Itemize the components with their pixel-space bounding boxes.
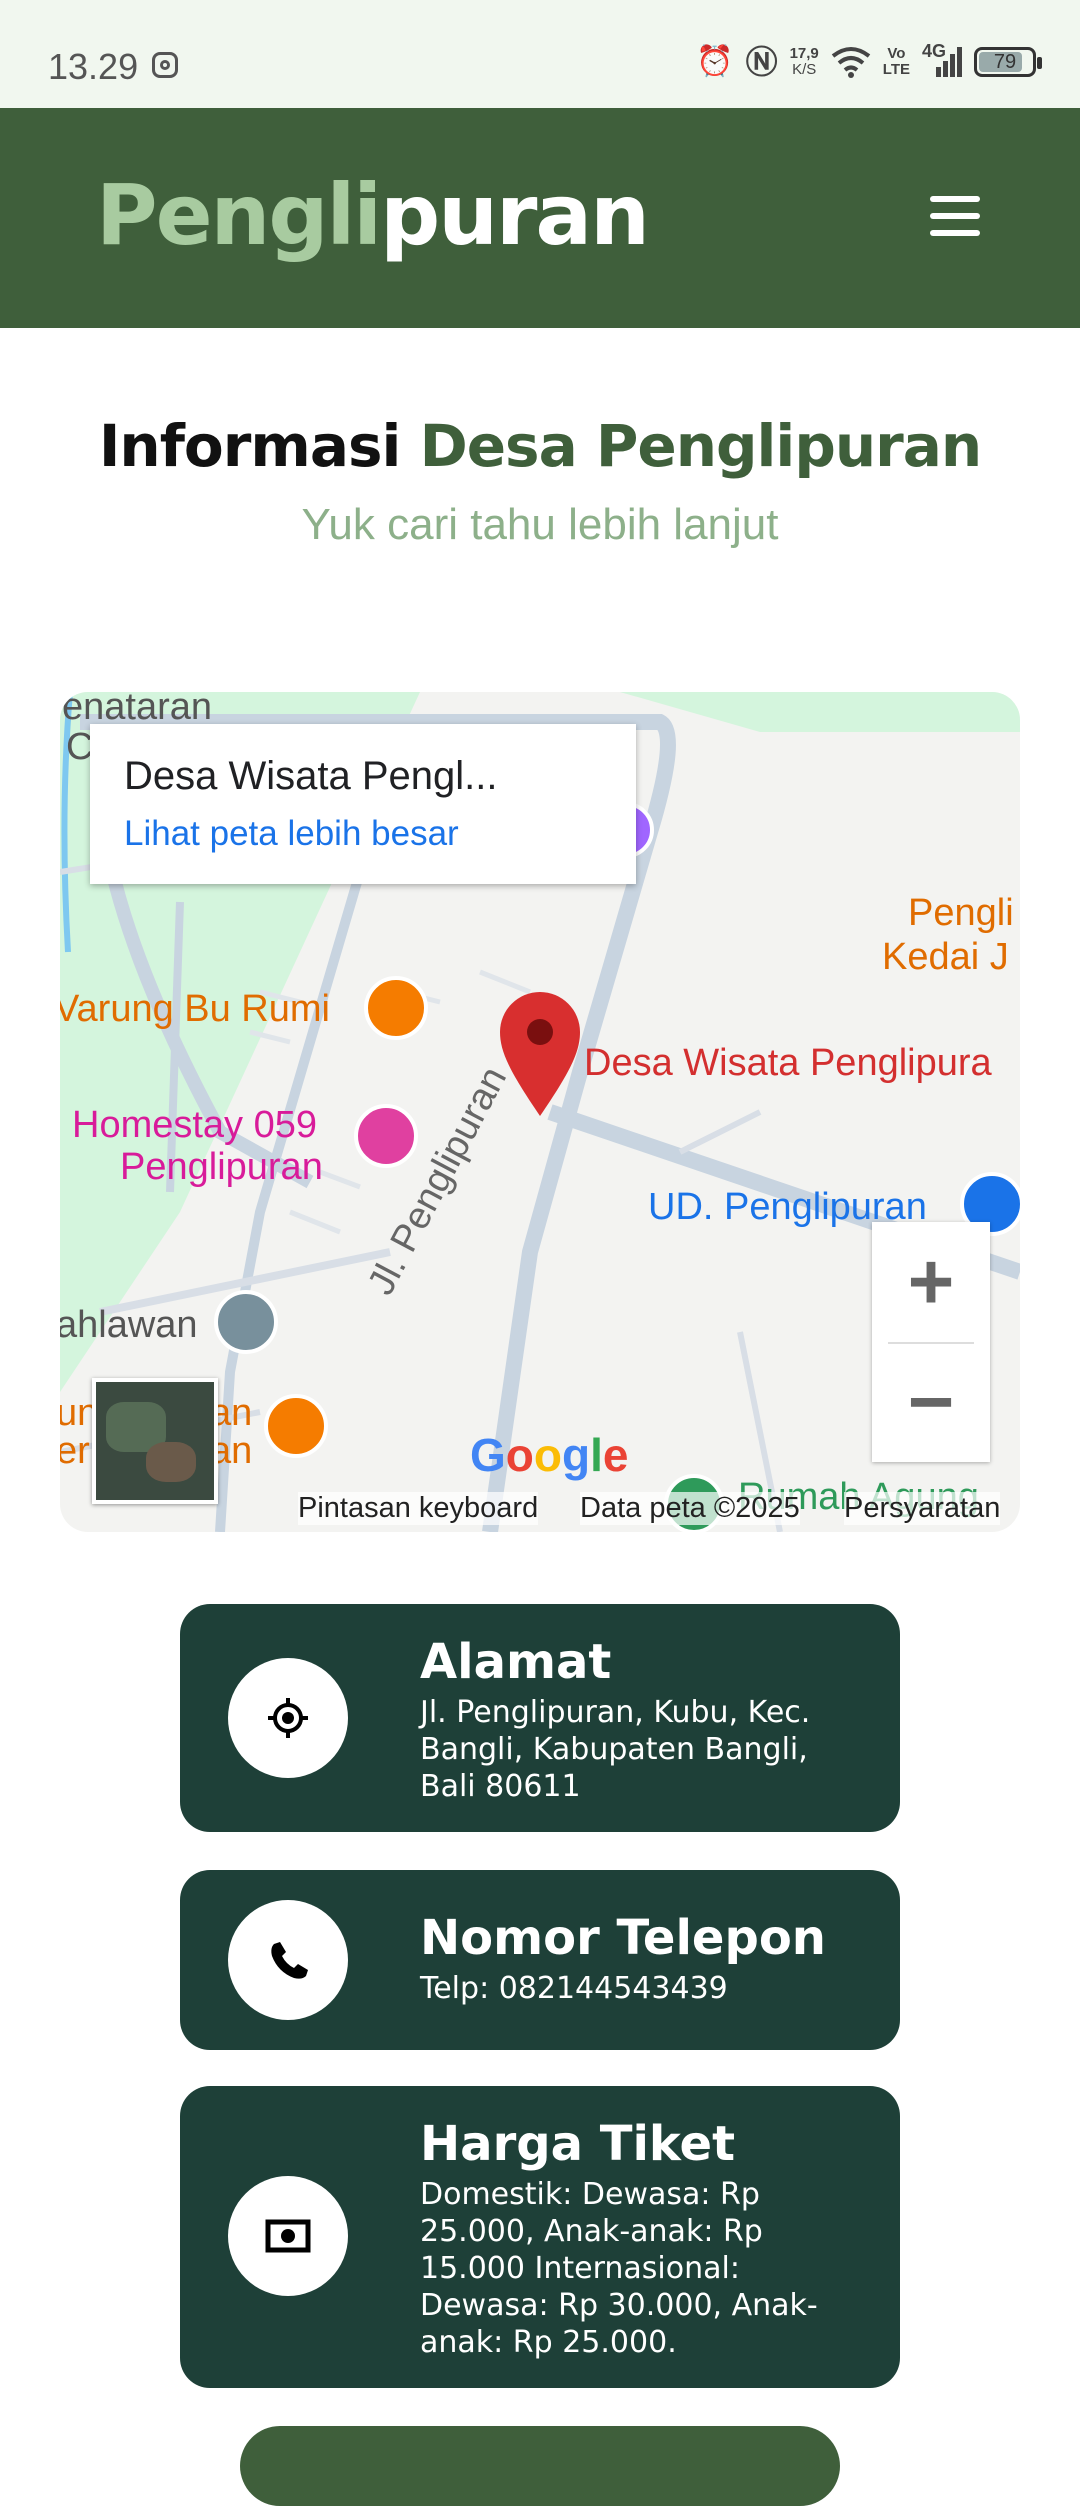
- ticket-price-card: Harga Tiket Domestik: Dewasa: Rp 25.000,…: [180, 2086, 900, 2388]
- status-time: 13.29: [48, 46, 139, 87]
- nfc-icon: Ⓝ: [745, 44, 778, 80]
- map-footer: Pintasan keyboard Data peta ©2025 Persya…: [60, 1482, 1020, 1532]
- bottom-button[interactable]: [240, 2426, 840, 2506]
- status-bar: 13.29 ⏰ Ⓝ 17,9 K/S Vo LTE 4G 79: [0, 0, 1080, 108]
- place-title: Desa Wisata Pengl...: [124, 754, 498, 798]
- embedded-map[interactable]: enataran C Pengli Kedai J Varung Bu Rumi…: [60, 692, 1020, 1532]
- map-label: Desa Wisata Penglipura: [584, 1042, 992, 1084]
- net-speed: 17,9 K/S: [789, 45, 819, 78]
- map-label: Kedai J: [882, 936, 1009, 978]
- phone-icon: [228, 1900, 348, 2020]
- map-label: Pengli: [908, 892, 1014, 934]
- address-text: Jl. Penglipuran, Kubu, Kec. Bangli, Kabu…: [420, 1695, 811, 1804]
- address-heading: Alamat: [420, 1634, 612, 1690]
- address-card: Alamat Jl. Penglipuran, Kubu, Kec. Bangl…: [180, 1604, 900, 1832]
- volte-badge: Vo LTE: [882, 45, 910, 78]
- map-label: Varung Bu Rumi: [60, 988, 330, 1030]
- battery-icon: 79: [974, 47, 1042, 77]
- zoom-controls: + −: [872, 1222, 990, 1462]
- map-label: Homestay 059: [72, 1104, 318, 1146]
- section-subtitle: Yuk cari tahu lebih lanjut: [301, 500, 779, 549]
- status-icons: ⏰ Ⓝ 17,9 K/S Vo LTE 4G 79: [696, 41, 1042, 80]
- ticket-text: Domestik: Dewasa: Rp 25.000, Anak-anak: …: [420, 2177, 818, 2360]
- wifi-icon: [831, 47, 871, 78]
- terms-link[interactable]: Persyaratan: [844, 1492, 1001, 1525]
- map-label: Penglipuran: [120, 1146, 323, 1188]
- ticket-heading: Harga Tiket: [420, 2116, 736, 2172]
- zoom-out-button[interactable]: −: [872, 1342, 990, 1462]
- larger-map-link[interactable]: Lihat peta lebih besar: [124, 814, 459, 854]
- phone-card: Nomor Telepon Telp: 082144543439: [180, 1870, 900, 2050]
- map-data-text: Data peta ©2025: [580, 1492, 800, 1525]
- signal-icon: 4G: [922, 41, 962, 79]
- phone-text: Telp: 082144543439: [420, 1971, 728, 2006]
- map-label: er: [60, 1430, 90, 1472]
- instagram-icon: [152, 52, 178, 78]
- site-logo[interactable]: Penglipuran: [96, 166, 650, 264]
- place-card: Desa Wisata Pengl... Lihat peta lebih be…: [90, 724, 636, 884]
- site-header: Penglipuran: [0, 108, 1080, 328]
- zoom-in-button[interactable]: +: [872, 1222, 990, 1342]
- google-logo: Google: [470, 1429, 629, 1481]
- alarm-icon: ⏰: [696, 45, 734, 78]
- phone-heading: Nomor Telepon: [420, 1910, 826, 1966]
- money-icon: [228, 2176, 348, 2296]
- hamburger-icon[interactable]: [930, 196, 980, 236]
- location-target-icon: [228, 1658, 348, 1778]
- section-title: Informasi Desa Penglipuran: [98, 412, 982, 480]
- map-label: ahlawan: [60, 1304, 198, 1346]
- keyboard-shortcuts-link[interactable]: Pintasan keyboard: [298, 1492, 539, 1525]
